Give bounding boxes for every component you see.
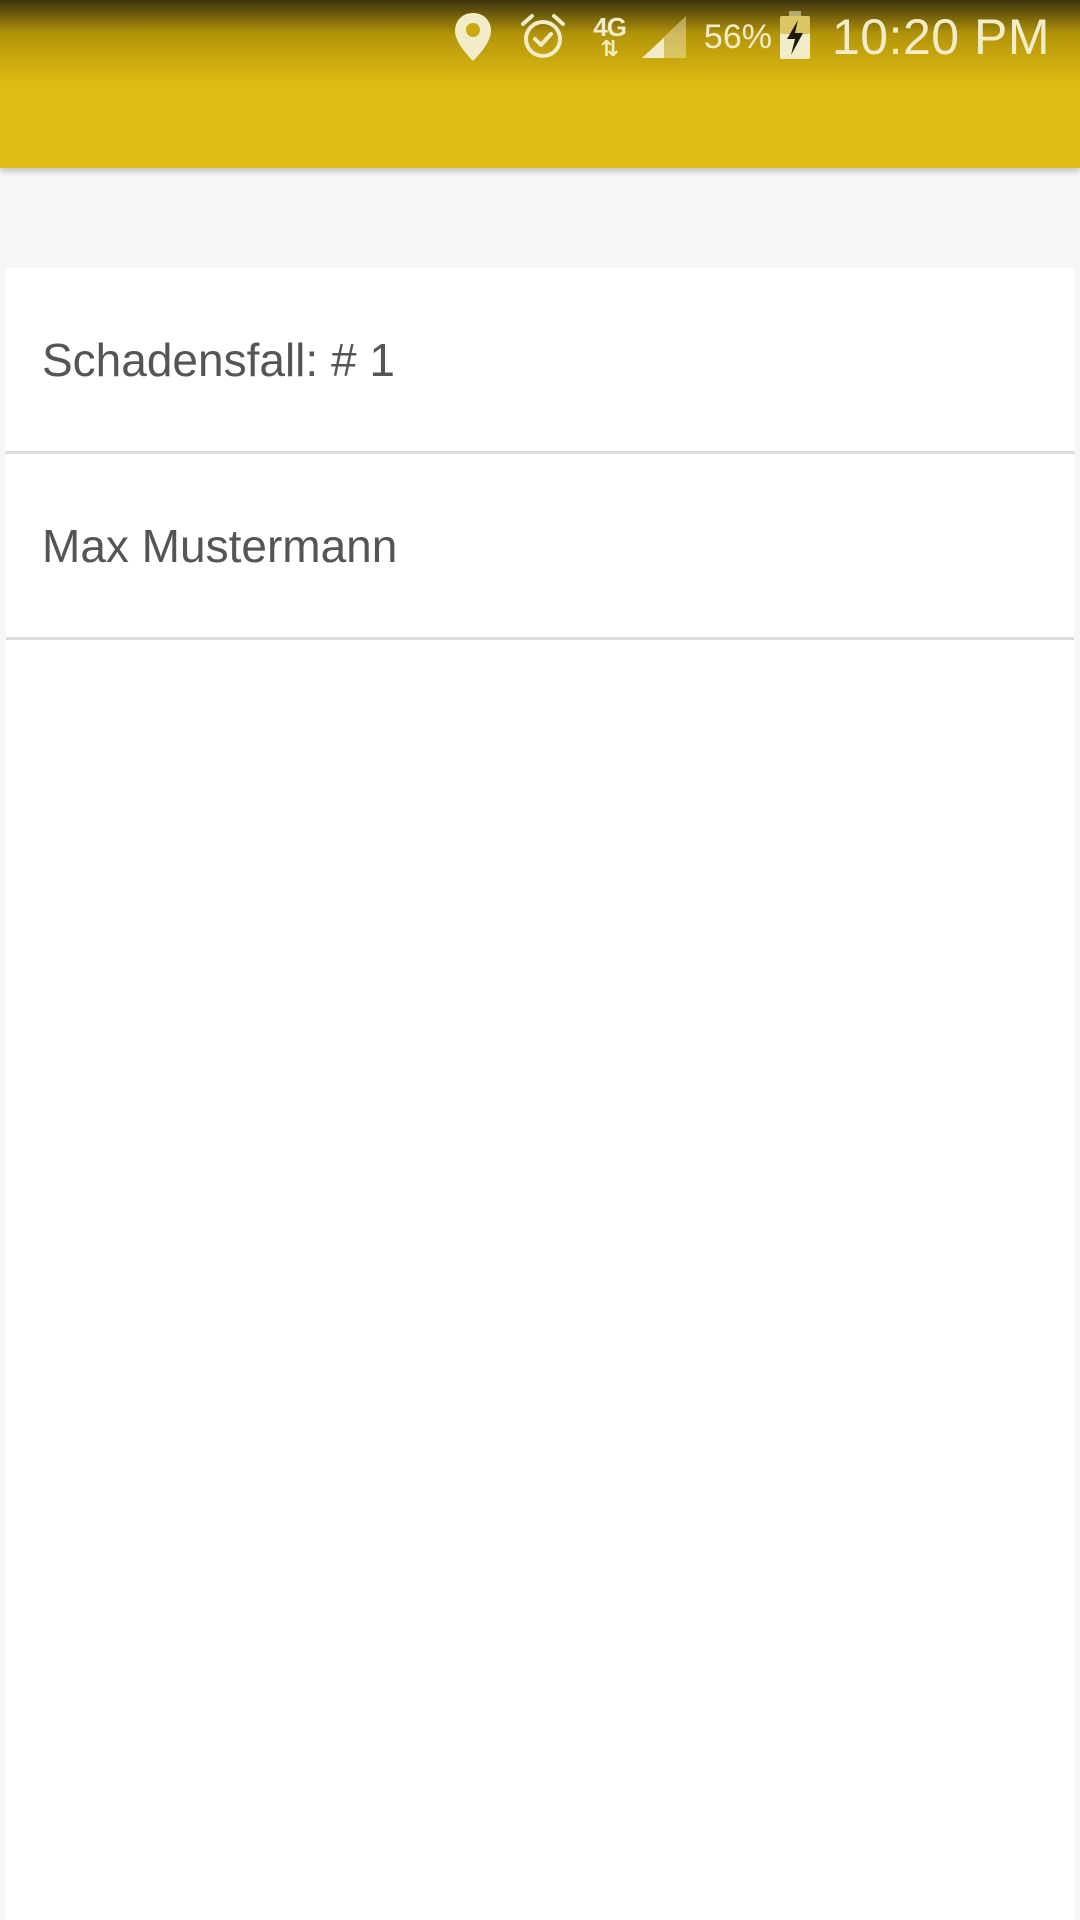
status-bar: 4G ⇅ 56% 10:20 PM [453, 0, 1080, 74]
location-pin-icon [453, 11, 493, 63]
data-arrows-icon: ⇅ [600, 36, 619, 61]
signal-icon [640, 14, 688, 60]
list-item-claim[interactable]: Schadensfall: # 1 [6, 268, 1074, 454]
app-bar: 4G ⇅ 56% 10:20 PM [0, 0, 1080, 168]
person-name-label: Max Mustermann [42, 519, 398, 572]
network-4g-icon: 4G ⇅ [593, 14, 627, 61]
detail-list: Schadensfall: # 1 Max Mustermann [6, 268, 1074, 1920]
list-item-name[interactable]: Max Mustermann [6, 454, 1074, 640]
claim-number-label: Schadensfall: # 1 [42, 333, 395, 386]
alarm-icon [519, 12, 567, 62]
battery-percent: 56% [703, 17, 772, 56]
status-clock: 10:20 PM [831, 9, 1050, 65]
battery-charging-icon [779, 10, 810, 64]
